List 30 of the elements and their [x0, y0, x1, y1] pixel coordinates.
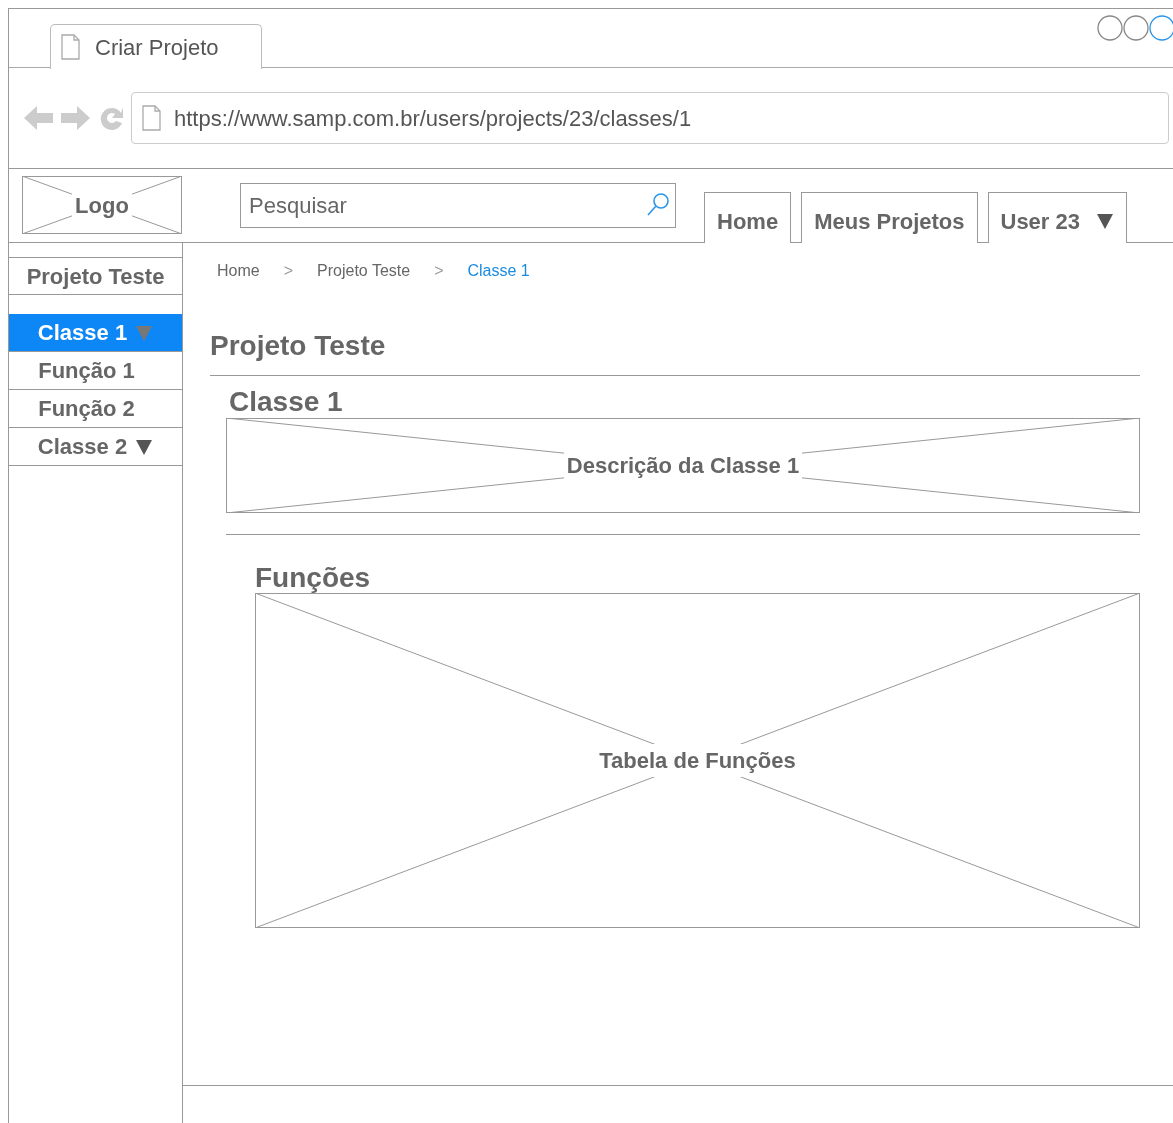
- sidebar-item[interactable]: Classe 2: [9, 428, 182, 466]
- caret-icon: [135, 437, 154, 456]
- sidebar-item[interactable]: Função 2: [9, 390, 182, 428]
- class-title: Classe 1: [229, 386, 344, 418]
- search-field[interactable]: Pesquisar: [240, 183, 676, 228]
- back-arrow-icon[interactable]: [23, 103, 54, 133]
- caret-icon: [135, 323, 154, 342]
- forward-arrow-icon[interactable]: [60, 103, 91, 133]
- placeholder-label: Descrição da Classe 1: [563, 449, 803, 482]
- breadcrumb-separator: >: [434, 261, 444, 281]
- breadcrumb-link[interactable]: Classe 1: [467, 259, 530, 283]
- nav-tab[interactable]: Home: [704, 192, 792, 243]
- page-title: Projeto Teste: [210, 325, 1140, 376]
- sidebar-project: Projeto Teste: [9, 257, 182, 295]
- page-icon: [61, 34, 81, 60]
- sidebar-item[interactable]: Função 1: [9, 352, 182, 390]
- browser-tab[interactable]: Criar Projeto: [50, 24, 262, 69]
- address-bar[interactable]: https://www.samp.com.br/users/projects/23/classes/1: [131, 92, 1169, 144]
- search-icon[interactable]: [646, 192, 670, 217]
- section-title: Funções: [255, 563, 372, 593]
- window-circle-icon[interactable]: [1097, 15, 1123, 41]
- sidebar-item[interactable]: Classe 1: [9, 314, 182, 352]
- nav-tab[interactable]: User 23: [987, 192, 1127, 243]
- breadcrumb-separator: >: [283, 261, 294, 281]
- breadcrumb-link[interactable]: Home: [217, 259, 260, 283]
- page-icon: [142, 105, 162, 131]
- nav-tab[interactable]: Meus Projetos: [801, 192, 978, 243]
- breadcrumb-link[interactable]: Projeto Teste: [317, 259, 411, 283]
- window-circle-icon[interactable]: [1123, 15, 1149, 41]
- caret-icon: [1096, 212, 1114, 230]
